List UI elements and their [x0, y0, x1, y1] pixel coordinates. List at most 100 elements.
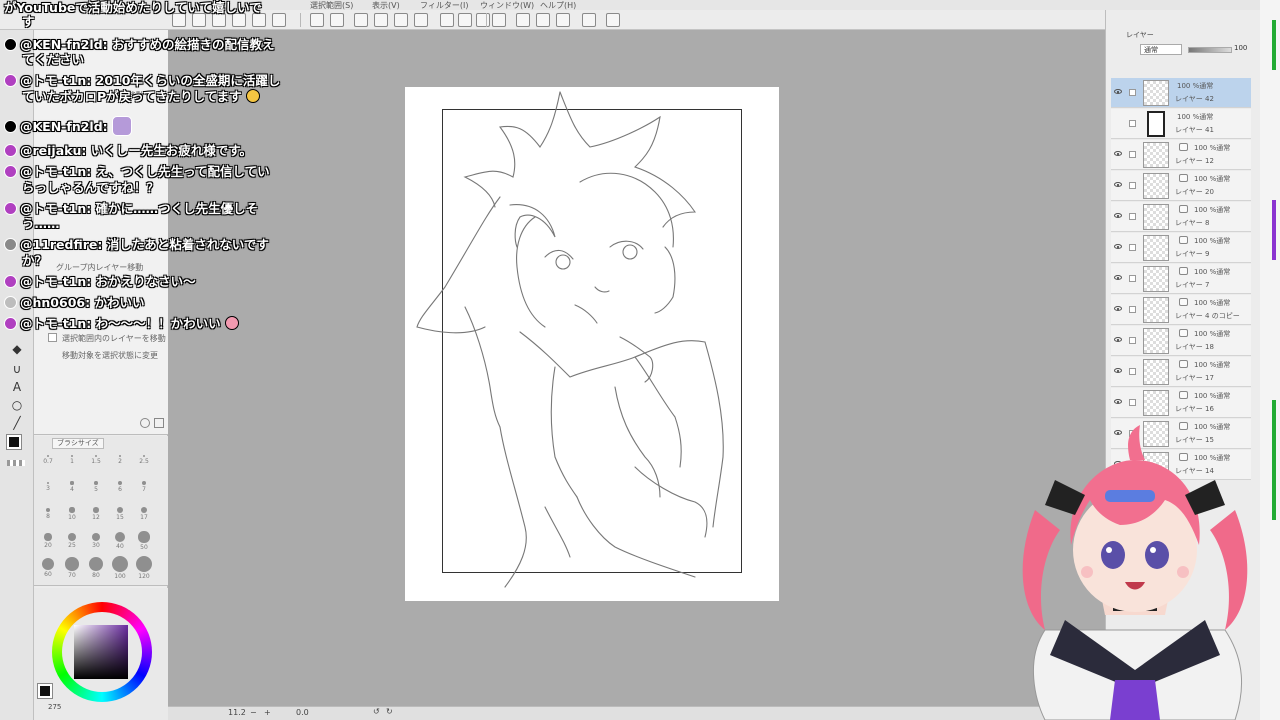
eye-icon[interactable] — [1114, 368, 1122, 373]
layer-row[interactable]: 100 %通常 レイヤー 17 — [1111, 357, 1251, 387]
layer-lock-checkbox[interactable] — [1129, 399, 1136, 406]
open-icon[interactable] — [192, 13, 206, 27]
fill-tool-icon[interactable]: ◆ — [9, 342, 25, 356]
opacity-slider[interactable] — [1188, 47, 1232, 53]
eye-icon[interactable] — [1114, 275, 1122, 280]
move-in-selection-checkbox[interactable] — [48, 333, 57, 342]
brush-size-cell[interactable]: 20 — [36, 529, 60, 553]
zoom-out-icon[interactable]: − — [250, 708, 257, 717]
brush-size-cell[interactable]: 120 — [132, 556, 156, 580]
save-icon[interactable] — [212, 13, 226, 27]
brush-size-cell[interactable]: 25 — [60, 529, 84, 553]
brush-size-cell[interactable]: 7 — [132, 475, 156, 499]
layer-tab[interactable]: レイヤー — [1126, 30, 1154, 40]
layer-lock-checkbox[interactable] — [1129, 213, 1136, 220]
brush-size-cell[interactable]: 60 — [36, 556, 60, 580]
rotate-left-icon[interactable]: ↺ — [373, 707, 380, 716]
undo-icon[interactable] — [310, 13, 324, 27]
layer-blend-label: 100 %通常 — [1194, 392, 1231, 400]
zoom-in-icon[interactable]: + — [264, 708, 271, 717]
eye-icon[interactable] — [1114, 89, 1122, 94]
layer-lock-checkbox[interactable] — [1129, 306, 1136, 313]
brush-size-cell[interactable]: 1 — [60, 448, 84, 472]
fill-icon[interactable] — [394, 13, 408, 27]
brush-size-cell[interactable]: 3 — [36, 475, 60, 499]
main-color-swatch[interactable] — [6, 434, 22, 450]
brush-size-cell[interactable]: 10 — [60, 502, 84, 526]
brush-size-cell[interactable]: 80 — [84, 556, 108, 580]
layer-row[interactable]: 100 %通常 レイヤー 4 のコピー — [1111, 295, 1251, 325]
brush-size-cell[interactable]: 2 — [108, 448, 132, 472]
eye-icon[interactable] — [1114, 244, 1122, 249]
blend-mode-select[interactable]: 通常 — [1140, 44, 1182, 55]
redo-icon[interactable] — [330, 13, 344, 27]
layer-lock-checkbox[interactable] — [1129, 275, 1136, 282]
brush-size-cell[interactable]: 12 — [84, 502, 108, 526]
settings-icon[interactable] — [154, 418, 164, 428]
layer-row[interactable]: 100 %通常 レイヤー 41 — [1111, 109, 1251, 139]
saturation-value-square[interactable] — [74, 625, 128, 679]
layer-lock-checkbox[interactable] — [1129, 89, 1136, 96]
layer-row[interactable]: 100 %通常 レイヤー 16 — [1111, 388, 1251, 418]
eye-icon[interactable] — [1114, 399, 1122, 404]
layer-row[interactable]: 100 %通常 レイヤー 42 — [1111, 78, 1251, 108]
angle-value[interactable]: 0.0 — [296, 708, 309, 717]
stack-icon[interactable] — [556, 13, 570, 27]
brush-size-cell[interactable]: 40 — [108, 529, 132, 553]
layer-lock-checkbox[interactable] — [1129, 151, 1136, 158]
brush-size-cell[interactable]: 100 — [108, 556, 132, 580]
new-icon[interactable] — [172, 13, 186, 27]
export-icon[interactable] — [272, 13, 286, 27]
shape-tool-icon[interactable]: ∪ — [9, 362, 25, 376]
device-icon[interactable] — [582, 13, 596, 27]
layer-row[interactable]: 100 %通常 レイヤー 8 — [1111, 202, 1251, 232]
brush-size-cell[interactable]: 1.5 — [84, 448, 108, 472]
layer-lock-checkbox[interactable] — [1129, 120, 1136, 127]
layer-row[interactable]: 100 %通常 レイヤー 12 — [1111, 140, 1251, 170]
brush-size-cell[interactable]: 50 — [132, 529, 156, 553]
brush-size-cell[interactable]: 30 — [84, 529, 108, 553]
line-tool-icon[interactable]: ╱ — [9, 416, 25, 430]
layer-lock-checkbox[interactable] — [1129, 182, 1136, 189]
transparent-color-swatch[interactable] — [7, 460, 25, 466]
text-tool-icon[interactable]: A — [9, 380, 25, 394]
layer-row[interactable]: 100 %通常 レイヤー 20 — [1111, 171, 1251, 201]
brush-size-cell[interactable]: 0.7 — [36, 448, 60, 472]
brush-size-cell[interactable]: 15 — [108, 502, 132, 526]
layer-row[interactable]: 100 %通常 レイヤー 18 — [1111, 326, 1251, 356]
paste-icon[interactable] — [252, 13, 266, 27]
brush-size-cell[interactable]: 17 — [132, 502, 156, 526]
eye-icon[interactable] — [1114, 337, 1122, 342]
eye-icon[interactable] — [1114, 182, 1122, 187]
spinner-icon[interactable] — [354, 13, 368, 27]
brush-size-cell[interactable]: 4 — [60, 475, 84, 499]
brush-size-cell[interactable]: 5 — [84, 475, 108, 499]
copy-icon[interactable] — [232, 13, 246, 27]
layer-lock-checkbox[interactable] — [1129, 244, 1136, 251]
brush-size-cell[interactable]: 8 — [36, 502, 60, 526]
help-icon[interactable] — [606, 13, 620, 27]
layer-row[interactable]: 100 %通常 レイヤー 7 — [1111, 264, 1251, 294]
ruler-icon[interactable] — [492, 13, 506, 27]
brush-size-cell[interactable]: 70 — [60, 556, 84, 580]
perspective-icon[interactable] — [536, 13, 550, 27]
eye-icon[interactable] — [1114, 213, 1122, 218]
balloon-tool-icon[interactable]: ○ — [9, 398, 25, 412]
clock-icon[interactable] — [140, 418, 150, 428]
foreground-color-swatch[interactable] — [37, 683, 53, 699]
clear-icon[interactable] — [374, 13, 388, 27]
select-all-icon[interactable] — [476, 13, 490, 27]
invert-icon[interactable] — [458, 13, 472, 27]
layer-lock-checkbox[interactable] — [1129, 337, 1136, 344]
eye-icon[interactable] — [1114, 306, 1122, 311]
rotate-right-icon[interactable]: ↻ — [386, 707, 393, 716]
layer-row[interactable]: 100 %通常 レイヤー 9 — [1111, 233, 1251, 263]
eye-icon[interactable] — [1114, 151, 1122, 156]
snap-icon[interactable] — [516, 13, 530, 27]
layer-lock-checkbox[interactable] — [1129, 368, 1136, 375]
brush-size-cell[interactable]: 6 — [108, 475, 132, 499]
zoom-value[interactable]: 11.2 — [228, 708, 246, 717]
brush-size-cell[interactable]: 2.5 — [132, 448, 156, 472]
transform-icon[interactable] — [414, 13, 428, 27]
deselect-icon[interactable] — [440, 13, 454, 27]
